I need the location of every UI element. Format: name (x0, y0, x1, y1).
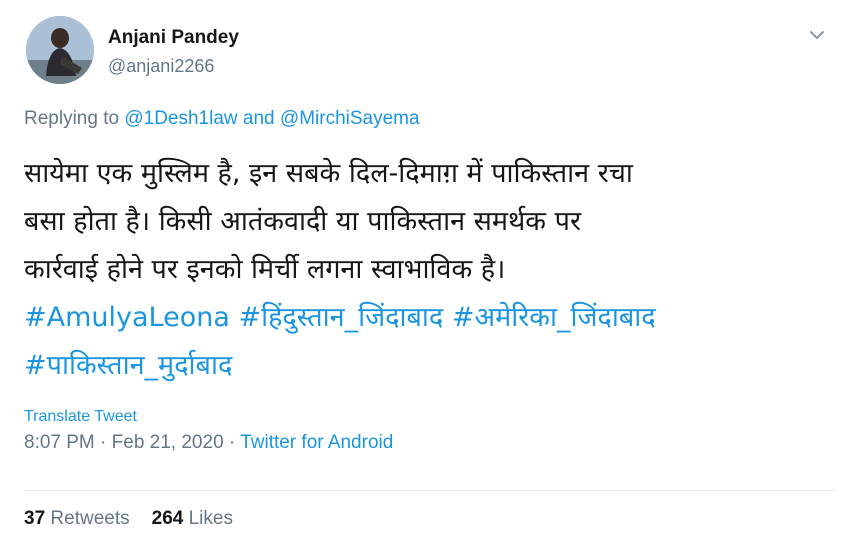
tweet-time[interactable]: 8:07 PM (24, 432, 95, 453)
likes-stat[interactable]: 264 Likes (152, 508, 233, 529)
author-handle[interactable]: @anjani2266 (108, 56, 214, 77)
meta-separator: · (228, 432, 236, 453)
divider (24, 490, 836, 491)
tweet-card: Anjani Pandey @anjani2266 Replying to @1… (0, 0, 850, 550)
tweet-stats: 37 Retweets 264 Likes (24, 508, 233, 530)
retweets-label: Retweets (50, 508, 130, 529)
tweet-text: सायेमा एक मुस्लिम है, इन सबके दिल-दिमाग़… (24, 150, 834, 390)
tweet-source-link[interactable]: Twitter for Android (240, 432, 393, 453)
hashtag-america-zindabad[interactable]: #अमेरिका_जिंदाबाद (452, 302, 656, 333)
tweet-text-line: बसा होता है। किसी आतंकवादी या पाकिस्तान … (24, 206, 581, 237)
tweet-meta: 8:07 PM · Feb 21, 2020 · Twitter for And… (24, 432, 393, 454)
retweets-stat[interactable]: 37 Retweets (24, 508, 130, 529)
author-name[interactable]: Anjani Pandey (108, 27, 239, 49)
tweet-text-line: कार्रवाई होने पर इनको मिर्ची लगना स्वाभा… (24, 254, 506, 285)
replying-to: Replying to @1Desh1law and @MirchiSayema (24, 108, 420, 130)
tweet-text-line: सायेमा एक मुस्लिम है, इन सबके दिल-दिमाग़… (24, 158, 633, 189)
hashtag-hindustan-zindabad[interactable]: #हिंदुस्तान_जिंदाबाद (238, 302, 443, 333)
hashtag-pakistan-murdabad[interactable]: #पाकिस्तान_मुर्दाबाद (24, 350, 232, 381)
tweet-date[interactable]: Feb 21, 2020 (112, 432, 224, 453)
avatar[interactable] (26, 16, 94, 84)
chevron-down-icon[interactable] (804, 24, 830, 46)
retweets-count: 37 (24, 508, 46, 529)
likes-count: 264 (151, 508, 184, 529)
likes-label: Likes (188, 508, 233, 529)
meta-separator: · (100, 432, 107, 453)
replying-prefix: Replying to (24, 108, 120, 129)
hashtag-line: #AmulyaLeona #हिंदुस्तान_जिंदाबाद #अमेरि… (24, 294, 834, 342)
translate-tweet-link[interactable]: Translate Tweet (24, 408, 137, 426)
mention-link-1desh1law[interactable]: @1Desh1law (124, 108, 237, 129)
mention-link-mirchisayema[interactable]: @MirchiSayema (280, 108, 420, 129)
hashtag-line: #पाकिस्तान_मुर्दाबाद (24, 342, 834, 390)
hashtag-amulyaleona[interactable]: #AmulyaLeona (24, 302, 230, 333)
avatar-photo-icon (26, 16, 94, 84)
replying-joiner[interactable]: and (243, 108, 275, 129)
